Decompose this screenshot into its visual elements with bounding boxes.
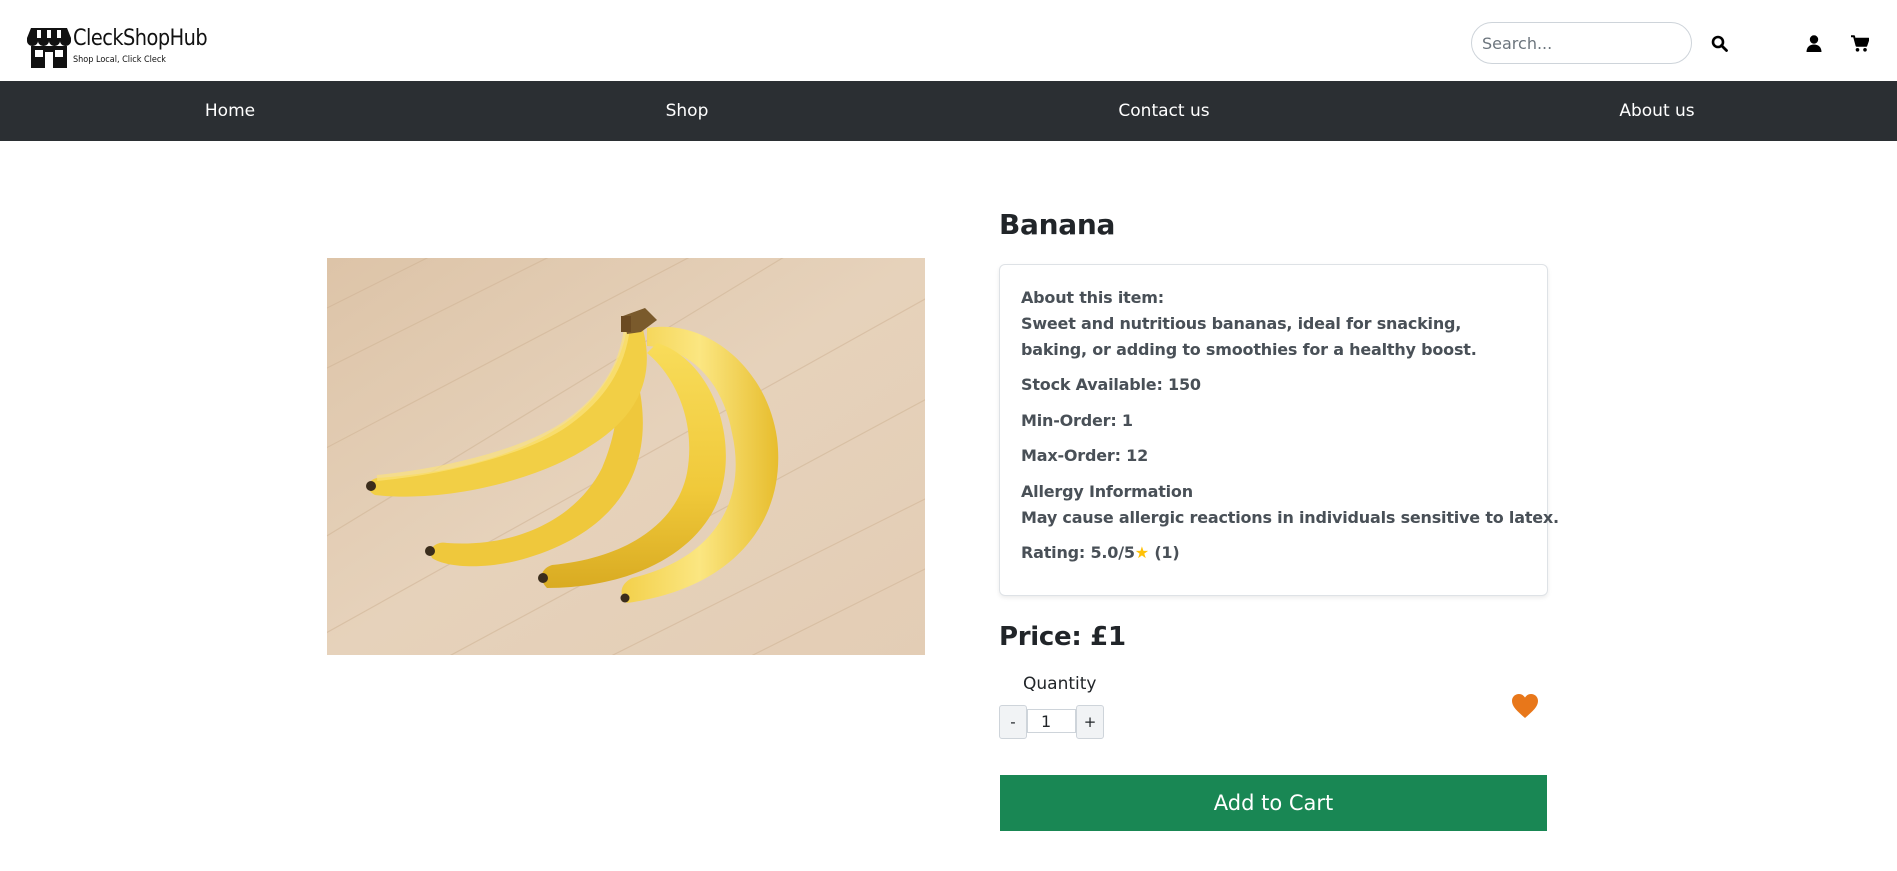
main-nav: Home Shop Contact us About us xyxy=(0,81,1897,141)
search-input[interactable] xyxy=(1471,22,1692,64)
nav-about-us[interactable]: About us xyxy=(1619,81,1694,141)
max-order: Max-Order: 12 xyxy=(1021,446,1149,465)
allergy-text: May cause allergic reactions in individu… xyxy=(1021,508,1559,527)
cart-button[interactable] xyxy=(1847,30,1873,56)
stock-available: Stock Available: 150 xyxy=(1021,375,1201,394)
quantity-increase-button[interactable]: + xyxy=(1076,705,1104,739)
add-to-cart-button[interactable]: Add to Cart xyxy=(1000,775,1547,831)
brand-text: CleckShopHub Shop Local, Click Cleck xyxy=(73,26,225,66)
nav-shop[interactable]: Shop xyxy=(666,81,709,141)
search-button[interactable] xyxy=(1706,30,1732,56)
rating-count: (1) xyxy=(1148,543,1180,562)
nav-home[interactable]: Home xyxy=(205,81,255,141)
quantity-input[interactable] xyxy=(1027,709,1076,733)
brand-name: CleckShopHub xyxy=(73,26,208,51)
user-icon xyxy=(1806,34,1822,52)
site-header: CleckShopHub Shop Local, Click Cleck xyxy=(0,0,1897,81)
account-button[interactable] xyxy=(1801,30,1827,56)
product-image xyxy=(327,258,925,655)
min-order: Min-Order: 1 xyxy=(1021,411,1133,430)
brand-tagline: Shop Local, Click Cleck xyxy=(73,55,167,65)
about-label: About this item: xyxy=(1021,288,1164,307)
cart-icon xyxy=(1851,34,1869,52)
heart-icon xyxy=(1512,694,1538,718)
brand-logo[interactable]: CleckShopHub Shop Local, Click Cleck xyxy=(27,24,225,68)
product-price: Price: £1 xyxy=(999,622,1126,652)
storefront-icon xyxy=(27,28,71,68)
product-description: Sweet and nutritious bananas, ideal for … xyxy=(1021,314,1477,359)
rating-value: Rating: 5.0/5 xyxy=(1021,543,1135,562)
rating: Rating: 5.0/5★ (1) xyxy=(1021,540,1180,566)
search-icon xyxy=(1711,35,1728,52)
allergy-label: Allergy Information xyxy=(1021,482,1193,501)
banana-photo xyxy=(327,258,925,655)
star-icon: ★ xyxy=(1134,543,1149,562)
wishlist-button[interactable] xyxy=(1511,693,1539,719)
quantity-decrease-button[interactable]: - xyxy=(999,705,1027,739)
quantity-label: Quantity xyxy=(1023,674,1097,694)
product-title: Banana xyxy=(999,208,1116,241)
nav-contact-us[interactable]: Contact us xyxy=(1118,81,1209,141)
product-info-card: About this item: Sweet and nutritious ba… xyxy=(999,264,1559,596)
